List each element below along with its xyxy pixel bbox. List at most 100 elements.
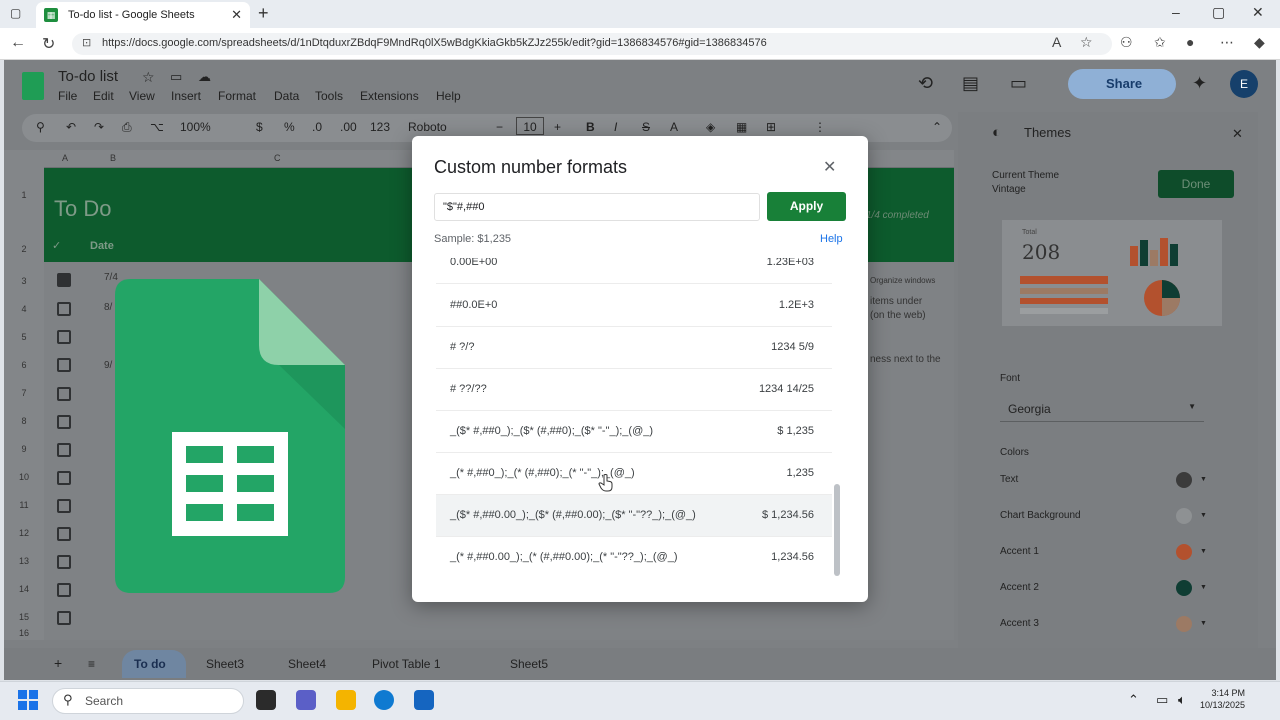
more-menu-icon[interactable]: ⋯: [1220, 34, 1234, 51]
help-link[interactable]: Help: [820, 233, 843, 245]
meet-icon[interactable]: ▭: [1010, 73, 1027, 94]
row-number[interactable]: 3: [4, 276, 44, 286]
format-option-hovered[interactable]: _($* #,##0.00_);_($* (#,##0.00);_($* "-"…: [436, 495, 832, 537]
site-info-icon[interactable]: ⊡: [82, 36, 91, 49]
color-dropdown-icon[interactable]: ▼: [1200, 584, 1207, 591]
color-swatch-accent3[interactable]: [1176, 616, 1192, 632]
format-option[interactable]: ##0.0E+0 1.2E+3: [436, 285, 832, 327]
sheets-home-icon[interactable]: [22, 72, 44, 100]
column-header-a[interactable]: A: [62, 153, 68, 163]
tray-overflow-icon[interactable]: ⌃: [1128, 692, 1139, 708]
menu-tools[interactable]: Tools: [315, 89, 343, 103]
more-toolbar-icon[interactable]: ⋮: [814, 120, 826, 134]
sheet-tab-sheet3[interactable]: Sheet3: [206, 657, 244, 671]
zoom-select[interactable]: 100%: [180, 120, 211, 134]
format-option[interactable]: _(* #,##0_);_(* (#,##0);_(* "-"_);_(@_) …: [436, 453, 832, 495]
minimize-icon[interactable]: –: [1172, 4, 1180, 20]
font-size-decrease-icon[interactable]: −: [496, 120, 503, 134]
gemini-icon[interactable]: ✦: [1192, 73, 1207, 94]
dialog-close-icon[interactable]: ✕: [823, 157, 836, 177]
windows-start-icon[interactable]: [18, 690, 38, 710]
redo-icon[interactable]: ↷: [94, 120, 104, 134]
task-checkbox[interactable]: [57, 583, 71, 597]
sheet-tab-to-do[interactable]: To do: [134, 657, 166, 671]
row-number[interactable]: 12: [4, 528, 44, 538]
decrease-decimal-button[interactable]: .0: [312, 120, 322, 134]
network-icon[interactable]: ▭: [1156, 692, 1168, 708]
task-checkbox[interactable]: [57, 330, 71, 344]
row-number[interactable]: 13: [4, 556, 44, 566]
profile-icon[interactable]: ●: [1186, 34, 1194, 50]
task-checkbox[interactable]: [57, 443, 71, 457]
paint-format-icon[interactable]: ⌥: [150, 120, 164, 134]
menu-extensions[interactable]: Extensions: [360, 89, 419, 103]
format-option[interactable]: 0.00E+00 1.23E+03: [436, 258, 832, 284]
task-checkbox[interactable]: [57, 471, 71, 485]
row-number[interactable]: 16: [4, 628, 44, 638]
row-number[interactable]: 11: [4, 500, 44, 510]
color-dropdown-icon[interactable]: ▼: [1200, 512, 1207, 519]
row-number[interactable]: 14: [4, 584, 44, 594]
task-checkbox-checked[interactable]: [57, 273, 71, 287]
cell-note[interactable]: Organize windows: [870, 276, 935, 285]
collapse-toolbar-icon[interactable]: ⌃: [932, 120, 942, 134]
file-explorer-icon[interactable]: [336, 690, 356, 710]
favorite-star-icon[interactable]: ☆: [1080, 34, 1093, 51]
color-swatch-chart-bg[interactable]: [1176, 508, 1192, 524]
taskbar-search[interactable]: ⚲ Search: [52, 688, 244, 714]
row-number[interactable]: 9: [4, 444, 44, 454]
cell-note[interactable]: ness next to the: [870, 354, 941, 365]
menu-edit[interactable]: Edit: [93, 89, 114, 103]
cell-note[interactable]: items under: [870, 296, 922, 307]
task-checkbox[interactable]: [57, 527, 71, 541]
strikethrough-icon[interactable]: S: [642, 120, 650, 134]
task-view-icon[interactable]: [256, 690, 276, 710]
format-option[interactable]: _($* #,##0_);_($* (#,##0);_($* "-"_);_(@…: [436, 411, 832, 453]
task-checkbox[interactable]: [57, 302, 71, 316]
menu-format[interactable]: Format: [218, 89, 256, 103]
scrollbar-thumb[interactable]: [834, 484, 840, 576]
row-number[interactable]: 2: [4, 244, 44, 254]
format-input[interactable]: [434, 193, 760, 221]
format-option[interactable]: _(* #,##0.00_);_(* (#,##0.00);_(* "-"??_…: [436, 537, 832, 578]
new-tab-icon[interactable]: +: [258, 3, 269, 24]
doc-title[interactable]: To-do list: [58, 68, 118, 85]
format-percent-button[interactable]: %: [284, 120, 295, 134]
format-option[interactable]: # ?/? 1234 5/9: [436, 327, 832, 369]
menu-insert[interactable]: Insert: [171, 89, 201, 103]
borders-icon[interactable]: ▦: [736, 120, 747, 134]
tab-actions-icon[interactable]: ▢: [10, 6, 21, 20]
format-option[interactable]: # ??/?? 1234 14/25: [436, 369, 832, 411]
font-select[interactable]: Roboto: [408, 120, 447, 134]
move-folder-icon[interactable]: ▭: [170, 69, 182, 85]
themes-close-icon[interactable]: ✕: [1232, 126, 1243, 142]
taskbar-clock[interactable]: 3:14 PM 10/13/2025: [1200, 687, 1245, 711]
row-number[interactable]: 10: [4, 472, 44, 482]
apply-button[interactable]: Apply: [767, 192, 846, 221]
window-close-icon[interactable]: ✕: [1252, 4, 1264, 21]
star-icon[interactable]: ☆: [142, 69, 155, 86]
more-formats-button[interactable]: 123: [370, 120, 390, 134]
task-checkbox[interactable]: [57, 611, 71, 625]
italic-icon[interactable]: I: [614, 120, 617, 134]
url-field[interactable]: ⊡ https://docs.google.com/spreadsheets/d…: [72, 33, 1112, 55]
task-checkbox[interactable]: [57, 387, 71, 401]
task-checkbox[interactable]: [57, 499, 71, 513]
account-avatar[interactable]: E: [1230, 70, 1258, 98]
task-checkbox[interactable]: [57, 415, 71, 429]
font-size-field[interactable]: 10: [516, 117, 544, 135]
row-number[interactable]: 1: [4, 190, 44, 200]
color-dropdown-icon[interactable]: ▼: [1200, 620, 1207, 627]
store-icon[interactable]: [414, 690, 434, 710]
font-size-increase-icon[interactable]: +: [554, 120, 561, 134]
menu-help[interactable]: Help: [436, 89, 461, 103]
add-sheet-icon[interactable]: +: [54, 655, 62, 671]
comments-icon[interactable]: ▤: [962, 73, 979, 94]
row-number[interactable]: 4: [4, 304, 44, 314]
menus-search-icon[interactable]: ⚲: [36, 120, 45, 134]
color-dropdown-icon[interactable]: ▼: [1200, 476, 1207, 483]
print-icon[interactable]: ⎙: [122, 120, 132, 135]
color-swatch-text[interactable]: [1176, 472, 1192, 488]
menu-data[interactable]: Data: [274, 89, 299, 103]
refresh-icon[interactable]: ↻: [42, 34, 55, 54]
